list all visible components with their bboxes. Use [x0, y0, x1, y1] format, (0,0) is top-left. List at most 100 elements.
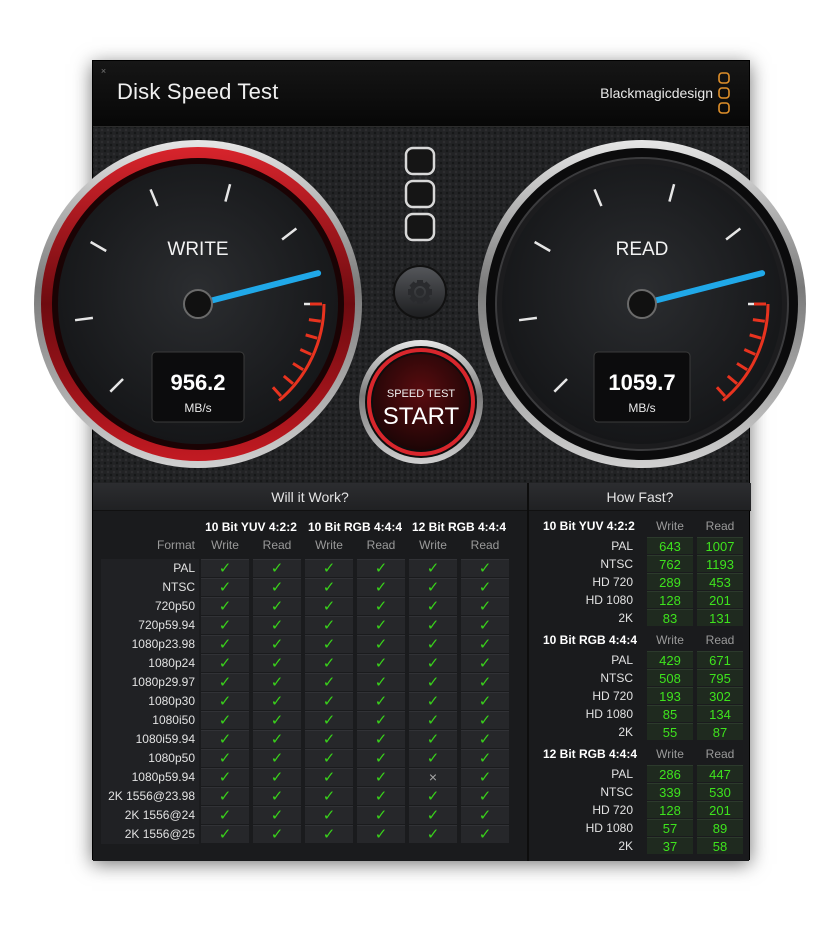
checkmark-icon: ✓ [253, 559, 301, 577]
checkmark-icon: ✓ [201, 806, 249, 824]
wiw-read-header: Read [262, 538, 292, 552]
how-fast-write-header: Write [656, 747, 684, 761]
gauge-red-tick [749, 333, 762, 340]
how-fast-read-header: Read [705, 519, 735, 533]
checkmark-icon: ✓ [253, 749, 301, 767]
how-fast-write-value: 508 [647, 669, 693, 686]
checkmark-icon: ✓ [201, 825, 249, 843]
gear-icon[interactable] [393, 265, 447, 319]
checkmark-icon: ✓ [305, 711, 353, 729]
checkmark-icon: ✓ [461, 597, 509, 615]
how-fast-write-value: 37 [647, 837, 693, 854]
wiw-write-header: Write [315, 538, 343, 552]
checkmark-icon: ✓ [357, 559, 405, 577]
checkmark-icon: ✓ [409, 597, 457, 615]
checkmark-icon: ✓ [461, 616, 509, 634]
how-fast-read-value: 89 [697, 819, 743, 836]
checkmark-icon: ✓ [201, 711, 249, 729]
speed-test-start-button[interactable]: SPEED TEST START [359, 340, 483, 464]
checkmark-icon: ✓ [461, 578, 509, 596]
checkmark-icon: ✓ [253, 635, 301, 653]
how-fast-read-value: 453 [697, 573, 743, 590]
how-fast-row-label: HD 1080 [585, 821, 633, 835]
checkmark-icon: ✓ [305, 616, 353, 634]
format-row-label: 1080p59.94 [131, 770, 195, 784]
format-row-label: 720p50 [154, 599, 195, 613]
checkmark-icon: ✓ [409, 673, 457, 691]
how-fast-read-value: 447 [697, 765, 743, 782]
checkmark-icon: ✓ [409, 730, 457, 748]
checkmark-icon: ✓ [461, 749, 509, 767]
wiw-read-header: Read [366, 538, 396, 552]
how-fast-row-label: HD 720 [592, 689, 633, 703]
checkmark-icon: ✓ [357, 768, 405, 786]
results-panel: Will it Work? How Fast? 10 Bit YUV 4:2:2… [93, 483, 751, 861]
checkmark-icon: ✓ [409, 749, 457, 767]
checkmark-icon: ✓ [253, 616, 301, 634]
wiw-group-header: 12 Bit RGB 4:4:4 [411, 520, 507, 534]
how-fast-write-header: Write [656, 519, 684, 533]
checkmark-icon: ✓ [357, 787, 405, 805]
app-title: Disk Speed Test [117, 79, 279, 104]
checkmark-icon: ✓ [201, 654, 249, 672]
checkmark-icon: ✓ [253, 825, 301, 843]
how-fast-write-value: 429 [647, 651, 693, 668]
checkmark-icon: ✓ [201, 673, 249, 691]
how-fast-write-value: 286 [647, 765, 693, 782]
how-fast-read-value: 201 [697, 801, 743, 818]
how-fast-read-value: 1007 [697, 537, 743, 554]
how-fast-read-value: 530 [697, 783, 743, 800]
checkmark-icon: ✓ [461, 559, 509, 577]
checkmark-icon: ✓ [253, 578, 301, 596]
format-header: Format [156, 538, 195, 552]
checkmark-icon: ✓ [461, 806, 509, 824]
checkmark-icon: ✓ [357, 749, 405, 767]
how-fast-row-label: NTSC [600, 671, 633, 685]
how-fast-row-label: HD 1080 [585, 593, 633, 607]
checkmark-icon: ✓ [461, 825, 509, 843]
how-fast-row-label: PAL [611, 767, 633, 781]
format-row-label: 1080p23.98 [131, 637, 195, 651]
checkmark-icon: ✓ [357, 578, 405, 596]
format-row-label: 2K 1556@25 [124, 827, 195, 841]
how-fast-group-header: 10 Bit RGB 4:4:4 [543, 633, 638, 647]
checkmark-icon: ✓ [253, 768, 301, 786]
checkmark-icon: ✓ [357, 806, 405, 824]
how-fast-row-label: NTSC [600, 785, 633, 799]
close-icon[interactable]: × [99, 67, 108, 76]
speed-test-caption: SPEED TEST [387, 388, 456, 400]
how-fast-write-value: 289 [647, 573, 693, 590]
checkmark-icon: ✓ [305, 578, 353, 596]
checkmark-icon: ✓ [305, 730, 353, 748]
checkmark-icon: ✓ [305, 825, 353, 843]
wiw-group-header: 10 Bit YUV 4:2:2 [205, 520, 297, 534]
how-fast-read-value: 131 [697, 609, 743, 626]
checkmark-icon: ✓ [409, 616, 457, 634]
checkmark-icon: ✓ [409, 787, 457, 805]
checkmark-icon: ✓ [201, 635, 249, 653]
format-row-label: PAL [173, 561, 195, 575]
checkmark-icon: ✓ [461, 730, 509, 748]
checkmark-icon: ✓ [461, 635, 509, 653]
title-bar: × Disk Speed Test Blackmagicdesign [93, 61, 749, 127]
wiw-read-header: Read [470, 538, 500, 552]
how-fast-row-label: HD 720 [592, 575, 633, 589]
checkmark-icon: ✓ [253, 692, 301, 710]
checkmark-icon: ✓ [409, 559, 457, 577]
how-fast-write-value: 339 [647, 783, 693, 800]
how-fast-read-header: Read [705, 747, 735, 761]
checkmark-icon: ✓ [305, 749, 353, 767]
checkmark-icon: ✓ [305, 787, 353, 805]
checkmark-icon: ✓ [305, 597, 353, 615]
how-fast-write-value: 128 [647, 591, 693, 608]
checkmark-icon: ✓ [461, 654, 509, 672]
how-fast-write-value: 83 [647, 609, 693, 626]
checkmark-icon: ✓ [357, 673, 405, 691]
format-row-label: 1080i50 [152, 713, 195, 727]
wiw-write-header: Write [211, 538, 239, 552]
how-fast-write-value: 193 [647, 687, 693, 704]
how-fast-read-value: 671 [697, 651, 743, 668]
format-row-label: 1080p29.97 [131, 675, 195, 689]
format-row-label: 1080p24 [148, 656, 195, 670]
checkmark-icon: ✓ [201, 749, 249, 767]
